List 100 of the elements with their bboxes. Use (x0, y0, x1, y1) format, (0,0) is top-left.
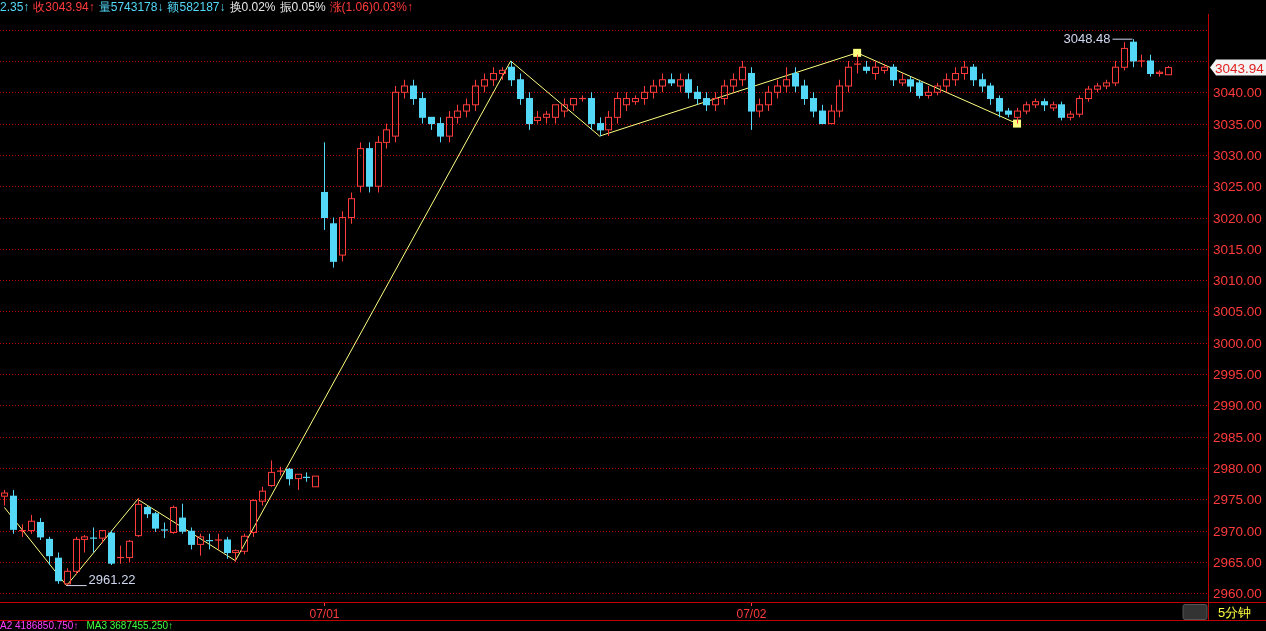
candle (650, 79, 657, 100)
candle (952, 66, 959, 87)
candle (819, 104, 826, 125)
axis-label: 3020.00 (1213, 210, 1262, 226)
candle (46, 536, 53, 566)
candle (1103, 79, 1110, 90)
candle (774, 79, 781, 100)
candle (1041, 98, 1048, 112)
candle (366, 141, 373, 193)
price-label: 3048.48 (1063, 31, 1111, 47)
price-tag: 3043.94 (1210, 59, 1266, 76)
candle (792, 66, 799, 93)
candle (970, 63, 977, 87)
candle (1023, 101, 1030, 115)
candle (1121, 41, 1128, 71)
leader-line (66, 585, 88, 587)
candle (943, 73, 950, 93)
axis-label: 2975.00 (1213, 492, 1262, 508)
candle (481, 73, 488, 93)
axis-label: 3025.00 (1213, 179, 1262, 195)
candle (188, 527, 195, 550)
candle (410, 79, 417, 106)
candle (1076, 94, 1083, 118)
candle (1067, 110, 1074, 121)
axis-label: 3035.00 (1213, 116, 1262, 132)
candle (552, 104, 559, 125)
axis-label: 3005.00 (1213, 304, 1262, 320)
quote-field: 量5743178↓ (98, 0, 164, 14)
x-tick-label: 07/01 (309, 607, 340, 621)
axis-label: 2965.00 (1213, 554, 1262, 570)
candle (490, 66, 497, 87)
candle (392, 85, 399, 143)
candle (561, 98, 568, 118)
candle (810, 91, 817, 118)
candle (1165, 65, 1172, 76)
candle (694, 85, 701, 106)
axis-label: 2995.00 (1213, 367, 1262, 383)
candle (1156, 69, 1163, 78)
pivot-marker (1013, 119, 1022, 128)
candle (55, 552, 62, 585)
candle (1085, 85, 1092, 103)
axis-label: 3000.00 (1213, 335, 1262, 351)
candle (721, 79, 728, 106)
candle (801, 79, 808, 106)
candle (241, 533, 248, 555)
pivot-marker (853, 48, 862, 57)
candle (37, 517, 44, 541)
quote-field: 涨(1.06)0.03%↑ (329, 0, 413, 14)
quote-field: 收3043.94↑ (33, 0, 95, 14)
candle (881, 63, 888, 74)
candle (339, 210, 346, 262)
candle (934, 82, 941, 96)
candle (135, 497, 142, 538)
candle (508, 60, 515, 87)
candle (623, 91, 630, 112)
indicator-value: A2 4186850.750↑ (0, 621, 79, 631)
quote-field: 换0.02% (229, 0, 276, 14)
candle (543, 110, 550, 125)
x-tick-label: 07/02 (736, 607, 767, 621)
candle (179, 503, 186, 535)
candle (205, 533, 214, 550)
candle (703, 91, 710, 112)
candle (250, 498, 257, 538)
candle (64, 567, 71, 587)
quote-field: 2.35↑ (0, 0, 30, 14)
candle (668, 73, 675, 87)
candle (765, 85, 772, 112)
candle (428, 116, 435, 131)
candle (437, 116, 444, 143)
candle (872, 60, 879, 81)
candle (419, 91, 426, 125)
candle (996, 94, 1003, 118)
candle (499, 66, 506, 81)
candle (472, 79, 479, 112)
candle (712, 91, 719, 112)
candle (632, 94, 639, 106)
candle (1094, 82, 1101, 93)
scroll-button[interactable] (1182, 604, 1208, 620)
candle (1032, 98, 1039, 109)
candle (916, 79, 923, 100)
candle (641, 85, 648, 106)
candle (1005, 107, 1012, 118)
candle (259, 486, 266, 507)
candle (1112, 60, 1119, 87)
axis-label: 2980.00 (1213, 461, 1262, 476)
candle (614, 91, 621, 125)
quote-field: 振0.05% (279, 0, 326, 14)
candle (330, 217, 337, 269)
date-label: 07/01 (309, 602, 340, 621)
price-label: 2961.22 (88, 571, 136, 587)
candle (348, 191, 355, 225)
candle (357, 141, 364, 193)
axis-label: 2985.00 (1213, 429, 1262, 445)
period-selector[interactable]: 5分钟 (1218, 605, 1252, 620)
axis-label: 3015.00 (1213, 241, 1262, 257)
axis-label: 2990.00 (1213, 398, 1262, 414)
axis-label: 3030.00 (1213, 147, 1262, 163)
candle (401, 79, 408, 100)
candle (463, 98, 470, 118)
axis-label: 2970.00 (1213, 523, 1262, 539)
